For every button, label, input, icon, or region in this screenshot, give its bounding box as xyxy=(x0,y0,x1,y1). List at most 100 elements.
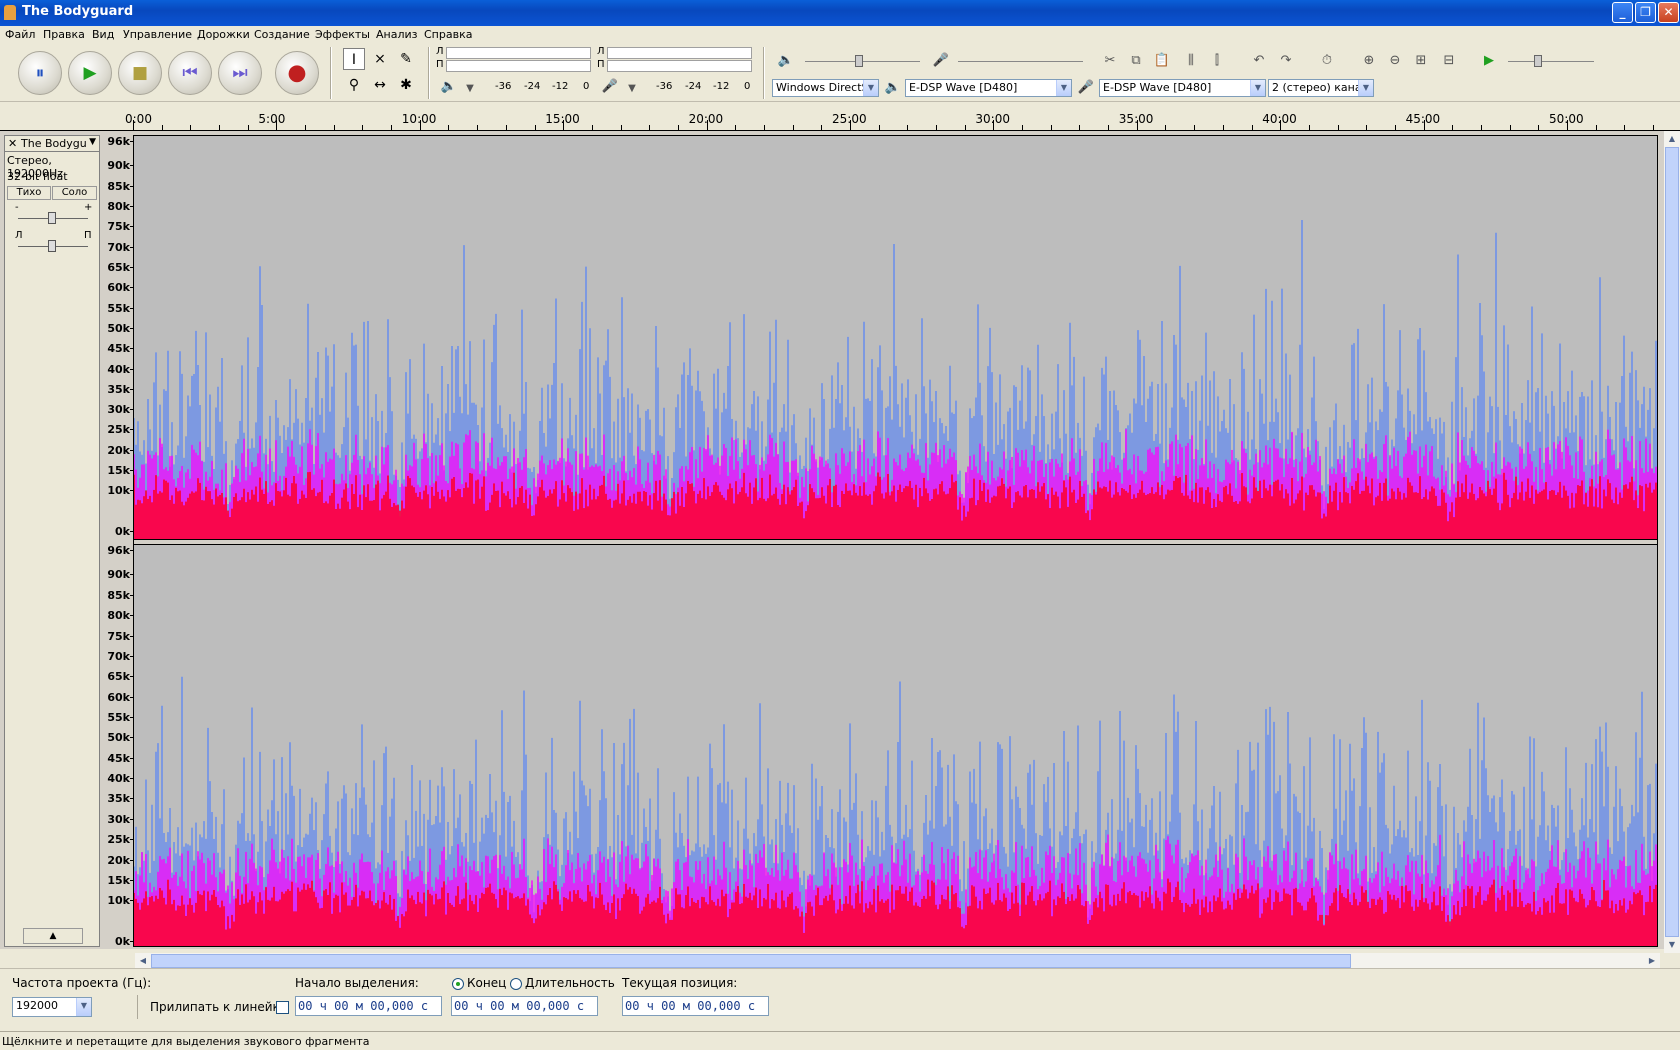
trim-icon[interactable]: ⫼ xyxy=(1180,50,1202,72)
undo-icon[interactable]: ↶ xyxy=(1248,50,1270,72)
scroll-thumb[interactable] xyxy=(1665,147,1679,937)
horizontal-scrollbar[interactable]: ◀ ▶ xyxy=(135,953,1660,969)
record-button[interactable]: ● xyxy=(275,51,319,95)
track-area: ✕ The Bodygu ▼ Стерео, 192000Hz 32-bit f… xyxy=(0,131,1664,949)
menu-effects[interactable]: Эффекты xyxy=(315,28,370,41)
frequency-label: 40k xyxy=(107,772,130,786)
menu-file[interactable]: Файл xyxy=(5,28,35,41)
skip-end-button[interactable]: ⏭ xyxy=(218,51,262,95)
ruler-tick xyxy=(161,125,163,130)
copy-icon[interactable]: ⧉ xyxy=(1125,50,1147,72)
pan-left-label: Л xyxy=(15,230,23,241)
snap-checkbox[interactable] xyxy=(276,1001,289,1014)
meter-tick: -12 xyxy=(713,81,730,92)
skip-start-icon: ⏮ xyxy=(182,63,198,83)
slider-thumb[interactable] xyxy=(48,212,56,224)
spectrogram-view[interactable] xyxy=(133,135,1658,947)
paste-icon[interactable]: 📋 xyxy=(1151,50,1173,72)
ruler-tick xyxy=(1366,125,1368,130)
ruler-tick xyxy=(1136,120,1138,130)
menu-tracks[interactable]: Дорожки xyxy=(197,28,250,41)
menu-edit[interactable]: Правка xyxy=(43,28,85,41)
microphone-icon[interactable]: 🎤 xyxy=(599,76,621,98)
audio-position-field[interactable]: 00 ч 00 м 00,000 с xyxy=(622,996,769,1016)
playback-device-dropdown[interactable]: E-DSP Wave [D480] ▼ xyxy=(905,79,1072,97)
vertical-scrollbar[interactable]: ▲ ▼ xyxy=(1664,131,1680,953)
menu-analyze[interactable]: Анализ xyxy=(376,28,418,41)
track-control-panel[interactable]: ✕ The Bodygu ▼ Стерео, 192000Hz 32-bit f… xyxy=(4,135,100,947)
timer-icon[interactable]: ⏱ xyxy=(1316,50,1338,72)
zoom-tool[interactable]: ⚲ xyxy=(343,74,365,96)
collapse-track-button[interactable]: ▲ xyxy=(23,928,83,944)
host-dropdown[interactable]: Windows DirectSc ▼ xyxy=(772,79,879,97)
menu-control[interactable]: Управление xyxy=(123,28,192,41)
menu-generate[interactable]: Создание xyxy=(254,28,310,41)
scroll-thumb[interactable] xyxy=(151,954,1351,968)
skip-start-button[interactable]: ⏮ xyxy=(168,51,212,95)
menu-help[interactable]: Справка xyxy=(424,28,472,41)
maximize-button[interactable]: ❐ xyxy=(1635,2,1656,23)
timeshift-tool[interactable]: ↔ xyxy=(369,74,391,96)
pause-button[interactable]: ⏸ xyxy=(18,51,62,95)
multi-tool[interactable]: ✱ xyxy=(395,74,417,96)
minimize-button[interactable]: _ xyxy=(1612,2,1633,23)
menu-view[interactable]: Вид xyxy=(92,28,114,41)
cut-icon[interactable]: ✂ xyxy=(1099,50,1121,72)
fit-project-icon[interactable]: ⊟ xyxy=(1438,50,1460,72)
frequency-label: 25k xyxy=(107,833,130,847)
slider-thumb[interactable] xyxy=(855,55,863,67)
end-radio[interactable] xyxy=(452,978,464,990)
scroll-up-icon[interactable]: ▲ xyxy=(1665,132,1679,146)
ruler-tick xyxy=(1280,120,1282,130)
track-name[interactable]: The Bodygu xyxy=(21,137,87,150)
meter-tick: -12 xyxy=(552,81,569,92)
playback-meter-right xyxy=(446,60,591,72)
snap-label: Прилипать к линейке xyxy=(150,1000,288,1014)
solo-button[interactable]: Соло xyxy=(52,186,97,200)
frequency-label: 70k xyxy=(107,240,130,254)
zoom-out-icon[interactable]: ⊖ xyxy=(1384,50,1406,72)
slider-thumb[interactable] xyxy=(1534,55,1542,67)
meter-tick: -24 xyxy=(524,81,541,92)
envelope-tool[interactable]: ⨯ xyxy=(369,48,391,70)
chevron-down-icon[interactable]: ▼ xyxy=(621,78,643,100)
chevron-down-icon: ▼ xyxy=(863,80,878,96)
stop-button[interactable]: ■ xyxy=(118,51,162,95)
selection-tool[interactable]: I xyxy=(343,48,365,70)
draw-tool[interactable]: ✎ xyxy=(395,48,417,70)
recording-device-dropdown[interactable]: E-DSP Wave [D480] ▼ xyxy=(1099,79,1266,97)
mute-button[interactable]: Тихо xyxy=(7,186,51,200)
scroll-down-icon[interactable]: ▼ xyxy=(1665,938,1679,952)
selection-end-field[interactable]: 00 ч 00 м 00,000 с xyxy=(451,996,598,1016)
play-button[interactable]: ▶ xyxy=(68,51,112,95)
selection-start-field[interactable]: 00 ч 00 м 00,000 с xyxy=(295,996,442,1016)
zoom-in-icon[interactable]: ⊕ xyxy=(1358,50,1380,72)
audio-position-label: Текущая позиция: xyxy=(622,976,738,990)
record-volume-slider[interactable] xyxy=(958,61,1083,62)
chevron-down-icon[interactable]: ▼ xyxy=(459,78,481,100)
close-button[interactable]: ✕ xyxy=(1658,2,1679,23)
slider-thumb[interactable] xyxy=(48,240,56,252)
scroll-left-icon[interactable]: ◀ xyxy=(136,954,150,968)
length-radio[interactable] xyxy=(510,978,522,990)
play-speed-slider[interactable] xyxy=(1508,61,1594,62)
fit-selection-icon[interactable]: ⊞ xyxy=(1410,50,1432,72)
frequency-label: 90k xyxy=(107,159,130,173)
spectrogram-channel-right[interactable] xyxy=(134,545,1657,946)
speaker-icon[interactable]: 🔈 xyxy=(438,76,460,98)
channels-dropdown[interactable]: 2 (стерео) канал ▼ xyxy=(1268,79,1374,97)
frequency-label: 40k xyxy=(107,362,130,376)
timeline-ruler[interactable]: 0:00 5:00 10:00 15:00 20:00 25:00 30:00 35:00 40… xyxy=(0,102,1680,131)
project-rate-dropdown[interactable]: 192000 ▼ xyxy=(12,997,92,1017)
scroll-right-icon[interactable]: ▶ xyxy=(1645,954,1659,968)
close-icon[interactable]: ✕ xyxy=(8,137,17,150)
speaker-volume-icon: 🔈 xyxy=(777,53,795,68)
ruler-tick xyxy=(1308,125,1310,130)
ruler-tick xyxy=(821,125,823,130)
redo-icon[interactable]: ↷ xyxy=(1275,50,1297,72)
play-at-speed-icon[interactable]: ▶ xyxy=(1478,50,1500,72)
chevron-down-icon: ▼ xyxy=(1056,80,1071,96)
spectrogram-channel-left[interactable] xyxy=(134,136,1657,539)
chevron-down-icon[interactable]: ▼ xyxy=(89,137,96,147)
silence-icon[interactable]: ⫿ xyxy=(1206,50,1228,72)
